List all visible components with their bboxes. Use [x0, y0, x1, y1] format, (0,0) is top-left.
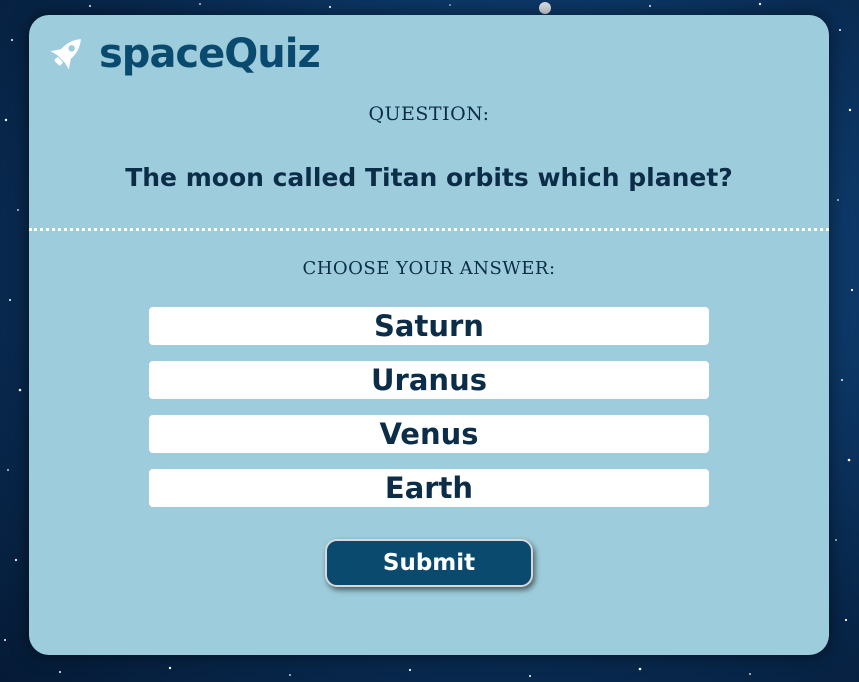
question-heading: QUESTION:	[368, 103, 490, 125]
answer-list: Saturn Uranus Venus Earth	[149, 307, 709, 523]
submit-button[interactable]: Submit	[325, 539, 533, 587]
answer-option-venus[interactable]: Venus	[149, 415, 709, 453]
answer-heading: CHOOSE YOUR ANSWER:	[302, 258, 556, 279]
rocket-icon	[43, 31, 89, 77]
answer-option-earth[interactable]: Earth	[149, 469, 709, 507]
section-divider	[29, 228, 829, 231]
logo-text: spaceQuiz	[99, 31, 321, 77]
answer-option-saturn[interactable]: Saturn	[149, 307, 709, 345]
question-text: The moon called Titan orbits which plane…	[125, 163, 733, 192]
quiz-card: spaceQuiz QUESTION: The moon called Tita…	[29, 15, 829, 655]
app-logo[interactable]: spaceQuiz	[43, 31, 321, 77]
answer-option-uranus[interactable]: Uranus	[149, 361, 709, 399]
